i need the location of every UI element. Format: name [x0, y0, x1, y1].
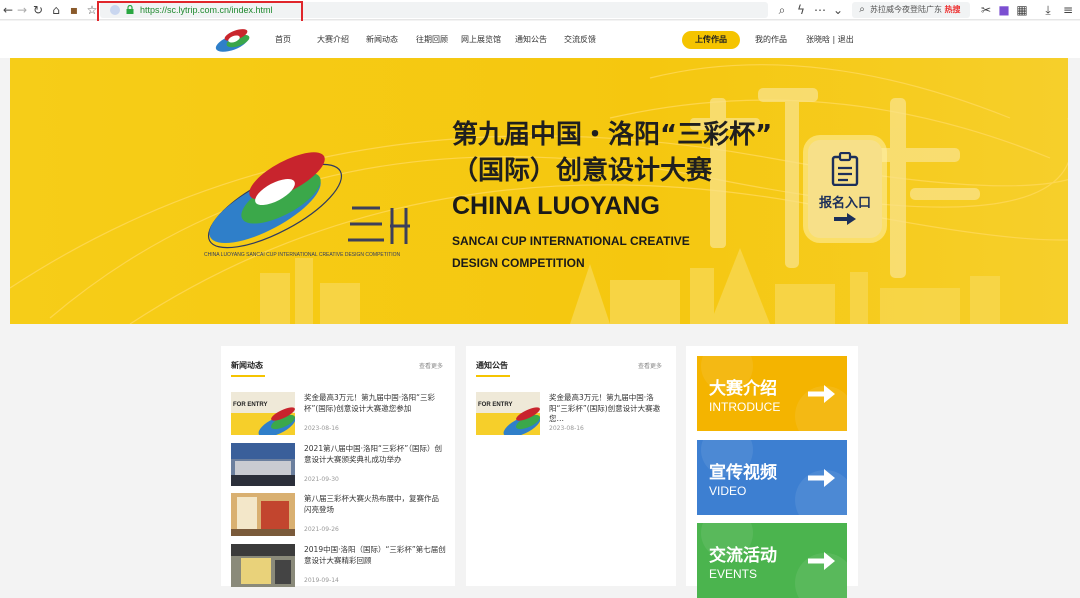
notice-date: 2023-08-16 — [549, 425, 584, 432]
banner-background — [10, 58, 1068, 324]
nav-feedback[interactable]: 交流反馈 — [564, 34, 596, 45]
tile-events-title: 交流活动 — [709, 546, 777, 566]
search-icon: ⌕ — [859, 4, 865, 15]
notice-thumbnail: FOR ENTRY — [476, 392, 540, 435]
nav-notice[interactable]: 通知公告 — [515, 34, 547, 45]
news-card: 新闻动态 查看更多 FOR ENTRY 奖金最高3万元！第九届中国·洛阳“三彩杯… — [221, 346, 455, 587]
news-more-link[interactable]: 查看更多 — [419, 361, 443, 370]
forward-icon[interactable]: → — [14, 2, 30, 18]
thumbnail-logo — [503, 407, 540, 435]
arrow-right-icon — [834, 213, 856, 225]
news-card-title: 新闻动态 — [231, 361, 263, 370]
notice-item[interactable]: FOR ENTRY 奖金最高3万元！第九届中国·洛阳“三彩杯”(国际)创意设计大… — [476, 392, 671, 440]
tile-introduce[interactable]: 大赛介绍 INTRODUCE — [697, 356, 847, 431]
user-logout-link[interactable]: 张晓晗 | 退出 — [806, 34, 854, 45]
news-thumbnail — [231, 493, 295, 536]
news-item[interactable]: 2021第八届中国·洛阳“三彩杯”（国际）创意设计大赛颁奖典礼成功举办 2021… — [231, 443, 446, 491]
banner-title-line1: 第九届中国・洛阳“三彩杯” — [452, 120, 773, 150]
site-header: 首页 大赛介绍 新闻动态 往期回顾 网上展览馆 通知公告 交流反馈 上传作品 我… — [0, 21, 1080, 58]
nav-introduce[interactable]: 大赛介绍 — [317, 34, 349, 45]
my-works-link[interactable]: 我的作品 — [755, 34, 787, 45]
news-date: 2019-09-14 — [304, 577, 339, 584]
site-logo[interactable] — [212, 25, 256, 55]
news-item[interactable]: 第八届三彩杯大赛火热布展中，复赛作品闪亮登场 2021-09-26 — [231, 493, 446, 541]
nav-review[interactable]: 往期回顾 — [416, 34, 448, 45]
nav-exhibition[interactable]: 网上展览馆 — [461, 34, 501, 45]
nav-home[interactable]: 首页 — [275, 34, 291, 45]
briefcase-icon[interactable]: ▪ — [66, 2, 82, 18]
scissors-icon[interactable]: ✂ — [978, 2, 994, 18]
hot-badge: 热搜 — [944, 5, 961, 14]
tile-events-subtitle: EVENTS — [709, 567, 758, 581]
download-icon[interactable]: ⤓ — [1040, 2, 1056, 18]
banner-title-line2: （国际）创意设计大赛 — [452, 156, 713, 186]
menu-icon[interactable]: ≡ — [1060, 2, 1076, 18]
news-item[interactable]: FOR ENTRY 奖金最高3万元！第九届中国·洛阳“三彩杯”(国际)创意设计大… — [231, 392, 446, 440]
arrow-right-icon — [808, 385, 835, 403]
upload-works-button[interactable]: 上传作品 — [682, 31, 740, 49]
tile-introduce-subtitle: INTRODUCE — [709, 400, 781, 414]
thumbnail-logo — [258, 407, 295, 435]
news-headline: 第八届三彩杯大赛火热布展中，复赛作品闪亮登场 — [304, 494, 439, 514]
nav-news[interactable]: 新闻动态 — [366, 34, 398, 45]
news-item[interactable]: 2019中国·洛阳（国际）“三彩杯”第七届创意设计大赛精彩回顾 2019-09-… — [231, 544, 446, 592]
more-icon[interactable]: ⋯ — [812, 2, 828, 18]
tile-events[interactable]: 交流活动 EVENTS — [697, 523, 847, 598]
notice-card-underline — [476, 375, 510, 377]
banner-english-subtitle-line1: SANCAI CUP INTERNATIONAL CREATIVE — [452, 234, 690, 248]
notice-headline: 奖金最高3万元！第九届中国·洛阳“三彩杯”(国际)创意设计大赛邀您… — [549, 393, 661, 423]
news-thumbnail — [231, 443, 295, 486]
news-headline: 2021第八届中国·洛阳“三彩杯”（国际）创意设计大赛颁奖典礼成功举办 — [304, 444, 442, 464]
news-date: 2021-09-26 — [304, 526, 339, 533]
arrow-right-icon — [808, 552, 835, 570]
register-entry-label: 报名入口 — [818, 196, 871, 211]
arrow-right-icon — [808, 469, 835, 487]
news-headline: 2019中国·洛阳（国际）“三彩杯”第七届创意设计大赛精彩回顾 — [304, 545, 446, 565]
search-suggestion: 苏拉威今夜登陆广东 — [870, 5, 942, 14]
news-date: 2021-09-30 — [304, 476, 339, 483]
notice-card: 通知公告 查看更多 FOR ENTRY 奖金最高3万元！第九届中国·洛阳“三彩杯… — [466, 346, 676, 586]
register-entry-button[interactable]: 报名入口 — [808, 140, 882, 238]
tile-video-title: 宣传视频 — [709, 463, 777, 483]
chevron-down-icon[interactable]: ⌄ — [830, 2, 846, 18]
news-thumbnail: FOR ENTRY — [231, 392, 295, 435]
home-icon[interactable]: ⌂ — [48, 2, 64, 18]
news-date: 2023-08-16 — [304, 425, 339, 432]
banner-english-title: CHINA LUOYANG — [452, 192, 660, 220]
logo-caption: CHINA LUOYANG SANCAI CUP INTERNATIONAL C… — [204, 252, 401, 258]
browser-search-box[interactable]: ⌕ 苏拉威今夜登陆广东 热搜 — [852, 2, 970, 18]
notice-card-title: 通知公告 — [476, 361, 508, 370]
tile-video[interactable]: 宣传视频 VIDEO — [697, 440, 847, 515]
news-headline: 奖金最高3万元！第九届中国·洛阳“三彩杯”(国际)创意设计大赛邀您参加 — [304, 393, 436, 413]
extension-icon[interactable]: ■ — [996, 2, 1012, 18]
news-thumbnail — [231, 544, 295, 587]
apps-grid-icon[interactable]: ▦ — [1014, 2, 1030, 18]
clipboard-icon — [831, 152, 859, 186]
lightning-icon[interactable]: ϟ — [793, 2, 809, 18]
zoom-icon[interactable]: ⌕ — [774, 2, 790, 18]
tile-introduce-title: 大赛介绍 — [709, 379, 777, 399]
tile-video-subtitle: VIDEO — [709, 484, 747, 498]
notice-more-link[interactable]: 查看更多 — [638, 361, 662, 370]
hero-banner[interactable]: 第九届中国・洛阳“三彩杯” （国际）创意设计大赛 CHINA LUOYANG S… — [10, 58, 1068, 324]
banner-english-subtitle-line2: DESIGN COMPETITION — [452, 256, 585, 270]
reload-icon[interactable]: ↻ — [30, 2, 46, 18]
news-card-underline — [231, 375, 265, 377]
